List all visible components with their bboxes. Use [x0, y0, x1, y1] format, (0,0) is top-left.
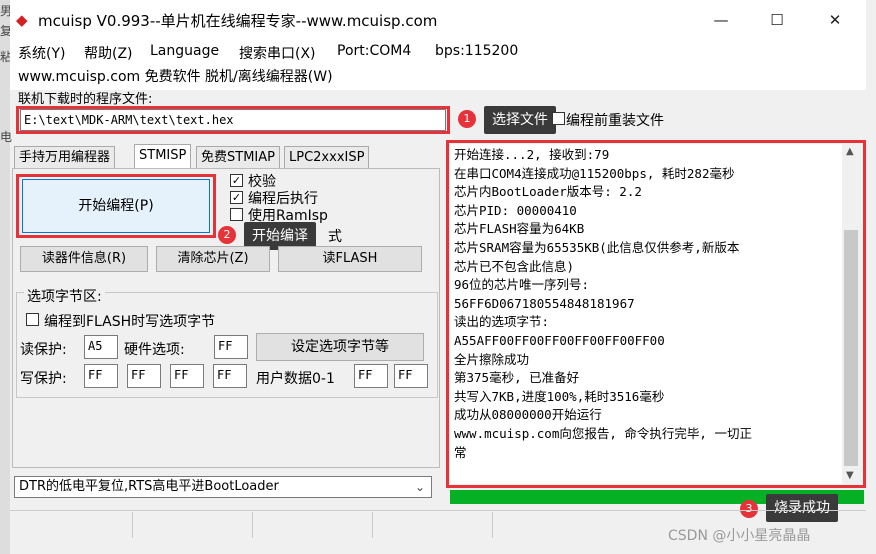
- read-info-button[interactable]: 读器件信息(R): [20, 246, 148, 272]
- log-line: 56FF6D067180554848181967: [454, 295, 635, 311]
- write-protect-input[interactable]: FF: [127, 364, 161, 388]
- log-lines: 开始连接...2, 接收到:79 在串口COM4连接成功@115200bps, 耗…: [454, 146, 838, 462]
- log-line: A55AFF00FF00FF00FF00FF00FF00: [454, 332, 665, 348]
- menu-bps[interactable]: bps:115200: [435, 43, 518, 59]
- log-line: 成功从08000000开始运行: [454, 407, 602, 423]
- menu-offline-programmer[interactable]: www.mcuisp.com 免费软件 脱机/离线编程器(W): [18, 66, 333, 86]
- menu-help[interactable]: 帮助(Z): [84, 43, 133, 63]
- hw-option-label: 硬件选项:: [124, 342, 185, 358]
- menu-search-port[interactable]: 搜索串口(X): [239, 43, 316, 63]
- boot-mode-select[interactable]: DTR的低电平复位,RTS高电平进BootLoader ⌄: [14, 476, 432, 498]
- status-cell: [252, 512, 373, 538]
- boot-mode-value: DTR的低电平复位,RTS高电平进BootLoader: [19, 479, 279, 494]
- scroll-down-icon[interactable]: ▼: [846, 470, 854, 481]
- maximize-button[interactable]: ☐: [762, 8, 792, 32]
- log-output[interactable]: 开始连接...2, 接收到:79 在串口COM4连接成功@115200bps, 耗…: [450, 144, 842, 484]
- tab-handheld[interactable]: 手持万用编程器: [14, 146, 116, 168]
- log-line: 芯片内BootLoader版本号: 2.2: [454, 184, 642, 200]
- window-title: mcuisp V0.993--单片机在线编程专家--www.mcuisp.com: [38, 12, 438, 30]
- option-group-title: 选项字节区:: [24, 286, 105, 306]
- log-line: 在串口COM4连接成功@115200bps, 耗时282毫秒: [454, 165, 735, 181]
- watermark: CSDN @小小星亮晶晶: [668, 528, 811, 544]
- chevron-down-icon: ⌄: [414, 480, 425, 494]
- read-protect-input[interactable]: A5: [84, 335, 118, 359]
- status-cell: [372, 512, 493, 538]
- log-line: 常: [454, 444, 467, 460]
- status-cell: [12, 512, 133, 538]
- user-data-input[interactable]: FF: [394, 364, 428, 388]
- scroll-up-icon[interactable]: ▲: [846, 146, 854, 157]
- ramisp-checkbox[interactable]: [230, 208, 243, 221]
- tab-stmiap[interactable]: 免费STMIAP: [196, 146, 280, 168]
- log-line: 芯片PID: 00000410: [454, 202, 577, 218]
- reload-label: 编程前重装文件: [566, 113, 664, 129]
- write-protect-input[interactable]: FF: [213, 364, 247, 388]
- reload-checkbox[interactable]: [552, 112, 565, 125]
- log-line: 共写入7KB,进度100%,耗时3516毫秒: [454, 388, 665, 404]
- minimize-button[interactable]: —: [706, 8, 736, 32]
- write-protect-input[interactable]: FF: [170, 364, 204, 388]
- close-button[interactable]: ✕: [820, 8, 850, 32]
- run-after-checkbox[interactable]: ✓: [230, 191, 243, 204]
- user-data-input[interactable]: FF: [354, 364, 388, 388]
- status-cell: [132, 512, 253, 538]
- log-line: 读出的选项字节:: [454, 314, 550, 330]
- hidden-check-tail: 式: [328, 229, 342, 245]
- menu-language[interactable]: Language: [150, 43, 219, 59]
- log-line: www.mcuisp.com向您报告, 命令执行完毕, 一切正: [454, 425, 752, 441]
- start-program-button[interactable]: 开始编程(P): [22, 179, 210, 233]
- menu-port[interactable]: Port:COM4: [337, 43, 411, 59]
- set-option-button[interactable]: 设定选项字节等: [256, 333, 424, 361]
- file-label: 联机下载时的程序文件:: [18, 92, 153, 107]
- annotation-badge: 1: [458, 110, 476, 128]
- log-line: 芯片已不包含此信息): [454, 258, 575, 274]
- app-logo-icon: ◆: [16, 11, 28, 29]
- log-line: 96位的芯片唯一序列号:: [454, 277, 590, 293]
- log-scrollbar-thumb[interactable]: [844, 230, 858, 466]
- log-line: 全片擦除成功: [454, 351, 530, 367]
- annotation-tip: 选择文件: [484, 106, 556, 134]
- option-write-checkbox[interactable]: [26, 313, 39, 326]
- log-line: 第375毫秒, 已准备好: [454, 370, 580, 386]
- log-line: 开始连接...2, 接收到:79: [454, 147, 610, 162]
- write-protect-label: 写保护:: [20, 371, 67, 387]
- read-flash-button[interactable]: 读FLASH: [278, 246, 422, 272]
- option-write-label: 编程到FLASH时写选项字节: [44, 314, 216, 330]
- hw-option-input[interactable]: FF: [214, 335, 248, 359]
- write-protect-input[interactable]: FF: [84, 364, 118, 388]
- log-line: 芯片FLASH容量为64KB: [454, 221, 585, 237]
- annotation-badge: 2: [218, 226, 236, 244]
- log-line: 芯片SRAM容量为65535KB(此信息仅供参考,新版本: [454, 239, 740, 255]
- tab-lpc[interactable]: LPC2xxxISP: [284, 146, 370, 168]
- edge-text: 电: [0, 130, 13, 144]
- tab-stmisp[interactable]: STMISP: [134, 144, 192, 168]
- read-protect-label: 读保护:: [20, 342, 67, 358]
- file-path-input[interactable]: E:\text\MDK-ARM\text\text.hex: [20, 109, 446, 131]
- background-window-edge: [0, 0, 10, 554]
- erase-chip-button[interactable]: 清除芯片(Z): [156, 246, 270, 272]
- menu-system[interactable]: 系统(Y): [18, 43, 65, 63]
- user-data-label: 用户数据0-1: [256, 371, 335, 387]
- menu-bar: 系统(Y) 帮助(Z) Language 搜索串口(X) Port:COM4 b…: [10, 38, 866, 90]
- verify-checkbox[interactable]: ✓: [230, 174, 243, 187]
